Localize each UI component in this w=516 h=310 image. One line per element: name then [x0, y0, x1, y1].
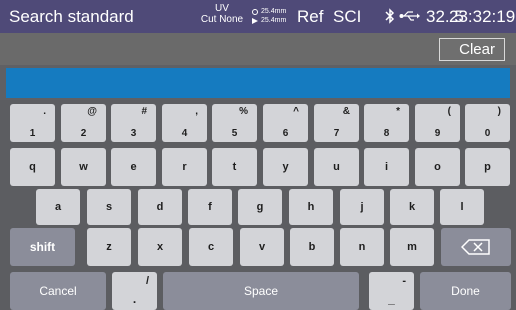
key-c[interactable]: c	[189, 228, 233, 266]
clear-button[interactable]: Clear	[439, 38, 505, 61]
key-4[interactable]: ,4	[162, 104, 207, 142]
key-o[interactable]: o	[415, 148, 460, 186]
beam-icon	[252, 17, 258, 24]
page-title: Search standard	[9, 7, 134, 26]
key-secondary-symbol: ^	[293, 106, 299, 117]
key-z[interactable]: z	[87, 228, 131, 266]
key-6[interactable]: ^ 6	[263, 104, 308, 142]
key-n[interactable]: n	[340, 228, 384, 266]
key-a[interactable]: a	[36, 189, 80, 225]
status-bar: Search standard UV Cut None 25.4mm 25.4m…	[0, 0, 516, 33]
key-p[interactable]: p	[465, 148, 510, 186]
key-v[interactable]: v	[240, 228, 284, 266]
aperture-icon	[252, 8, 258, 15]
done-key[interactable]: Done	[420, 272, 511, 310]
key-d[interactable]: d	[138, 189, 182, 225]
shift-key[interactable]: shift	[10, 228, 75, 266]
dash-key-secondary: -	[402, 275, 406, 287]
usb-icon	[399, 11, 420, 21]
key-digit: 5	[231, 128, 238, 139]
aperture-value: 25.4mm	[261, 8, 287, 15]
key-secondary-symbol: ,	[195, 106, 198, 117]
space-key[interactable]: Space	[163, 272, 359, 310]
clock-time: 23:32:19	[449, 7, 516, 26]
key-i[interactable]: i	[364, 148, 409, 186]
key-secondary-symbol: )	[497, 106, 501, 117]
on-screen-keyboard: shift Cancel / . Space - _ Done . 1 @2 #3, 4…	[0, 100, 516, 310]
key-j[interactable]: j	[340, 189, 384, 225]
key-digit: 6	[282, 128, 289, 139]
key-w[interactable]: w	[61, 148, 106, 186]
dash-key-primary: _	[388, 292, 395, 306]
key-digit: 9	[434, 128, 441, 139]
key-1[interactable]: .1	[10, 104, 55, 142]
key-digit: 7	[333, 128, 340, 139]
key-0[interactable]: ) 0	[465, 104, 510, 142]
uv-label: UV	[215, 3, 229, 14]
key-digit: 8	[383, 128, 390, 139]
key-8[interactable]: * 8	[364, 104, 409, 142]
key-e[interactable]: e	[111, 148, 156, 186]
key-digit: 0	[484, 128, 491, 139]
key-secondary-symbol: *	[396, 106, 400, 117]
sci-label: SCI	[333, 7, 362, 26]
key-secondary-symbol: @	[87, 106, 97, 117]
slash-key[interactable]: / .	[112, 272, 157, 310]
backspace-icon	[461, 239, 490, 255]
key-secondary-symbol: %	[239, 106, 248, 117]
key-secondary-symbol: #	[141, 106, 147, 117]
key-x[interactable]: x	[138, 228, 182, 266]
key-t[interactable]: t	[212, 148, 257, 186]
slash-key-secondary: /	[145, 275, 149, 287]
cut-label: Cut None	[200, 14, 244, 25]
key-m[interactable]: m	[390, 228, 434, 266]
key-3[interactable]: #3	[111, 104, 156, 142]
key-k[interactable]: k	[390, 189, 434, 225]
key-2[interactable]: @2	[61, 104, 106, 142]
key-9[interactable]: (9	[415, 104, 460, 142]
key-secondary-symbol: .	[43, 106, 46, 117]
key-y[interactable]: y	[263, 148, 308, 186]
key-digit: 4	[181, 128, 188, 139]
key-g[interactable]: g	[238, 189, 282, 225]
key-secondary-symbol: &	[342, 106, 350, 117]
key-q[interactable]: q	[10, 148, 55, 186]
uv-status: UV Cut None	[199, 3, 245, 25]
key-b[interactable]: b	[290, 228, 334, 266]
key-digit: 3	[130, 128, 137, 139]
backspace-key[interactable]	[441, 228, 511, 266]
key-l[interactable]: l	[440, 189, 484, 225]
measurement-status: 25.4mm 25.4mm	[252, 7, 286, 25]
bluetooth-icon	[385, 8, 395, 24]
key-7[interactable]: & 7	[314, 104, 359, 142]
ref-label: Ref	[297, 7, 324, 26]
cancel-key[interactable]: Cancel	[10, 272, 106, 310]
dash-key[interactable]: - _	[369, 272, 414, 310]
search-input[interactable]	[6, 68, 510, 98]
key-5[interactable]: % 5	[212, 104, 257, 142]
key-f[interactable]: f	[188, 189, 232, 225]
key-s[interactable]: s	[87, 189, 131, 225]
key-digit: 1	[29, 128, 36, 139]
key-digit: 2	[80, 128, 87, 139]
beam-value: 25.4mm	[261, 17, 287, 24]
key-u[interactable]: u	[314, 148, 359, 186]
key-h[interactable]: h	[289, 189, 333, 225]
key-r[interactable]: r	[162, 148, 207, 186]
key-secondary-symbol: (	[447, 106, 451, 117]
slash-key-primary: .	[132, 292, 137, 306]
